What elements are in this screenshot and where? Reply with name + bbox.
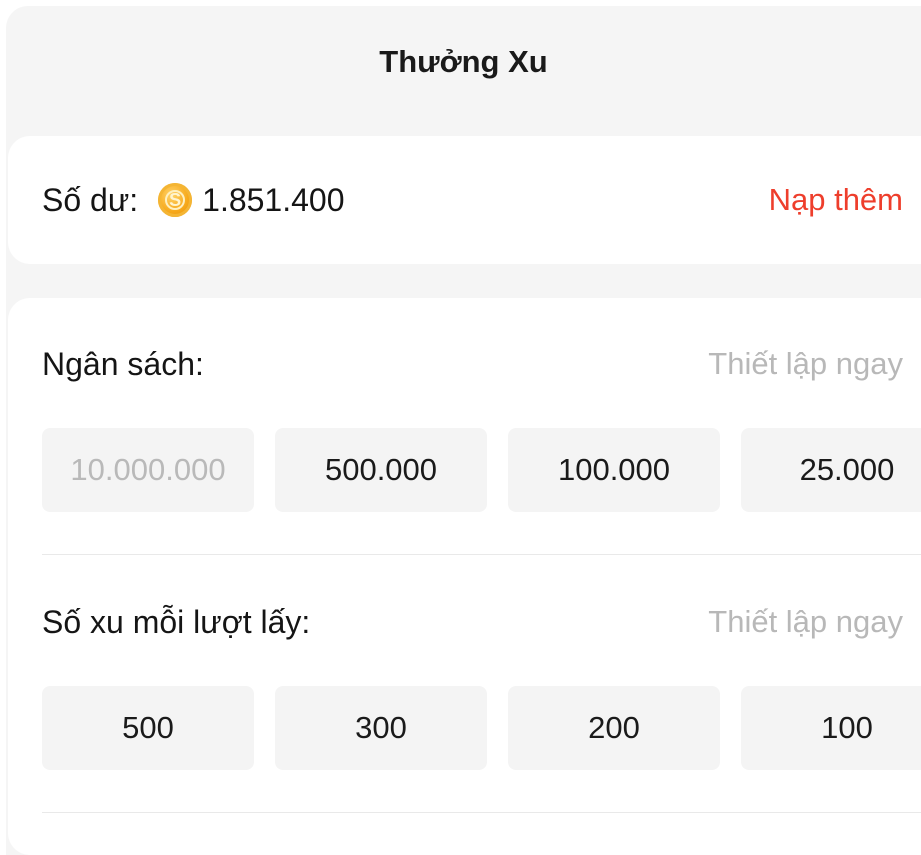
coin-symbol: S xyxy=(165,190,186,210)
coin-reward-panel: Thưởng Xu Số dư: S 1.851.400 Nạp thêm Ng… xyxy=(6,6,921,855)
budget-options: 10.000.000 500.000 100.000 25.000 xyxy=(42,428,921,512)
balance-amount: 1.851.400 xyxy=(202,181,345,218)
top-up-link[interactable]: Nạp thêm xyxy=(769,182,903,218)
budget-title: Ngân sách: xyxy=(42,345,204,382)
divider xyxy=(42,812,921,813)
per-claim-option[interactable]: 300 xyxy=(275,686,487,770)
settings-card: Ngân sách: Thiết lập ngay 10.000.000 500… xyxy=(8,298,921,855)
per-claim-title: Số xu mỗi lượt lấy: xyxy=(42,603,311,640)
divider xyxy=(42,554,921,555)
per-claim-option[interactable]: 100 xyxy=(741,686,921,770)
page-title: Thưởng Xu xyxy=(379,44,548,79)
balance-row: Số dư: S 1.851.400 Nạp thêm xyxy=(42,136,903,264)
balance-card: Số dư: S 1.851.400 Nạp thêm xyxy=(8,136,921,264)
per-claim-option[interactable]: 200 xyxy=(508,686,720,770)
budget-header: Ngân sách: Thiết lập ngay xyxy=(42,336,903,392)
per-claim-header: Số xu mỗi lượt lấy: Thiết lập ngay xyxy=(42,594,903,650)
coin-icon: S xyxy=(158,183,193,217)
budget-option[interactable]: 10.000.000 xyxy=(42,428,254,512)
budget-option[interactable]: 25.000 xyxy=(741,428,921,512)
per-claim-setup-link[interactable]: Thiết lập ngay xyxy=(708,604,903,640)
budget-setup-link[interactable]: Thiết lập ngay xyxy=(708,346,903,382)
per-claim-option[interactable]: 500 xyxy=(42,686,254,770)
balance-info: Số dư: S 1.851.400 xyxy=(42,182,345,219)
balance-label: Số dư: xyxy=(42,181,139,218)
per-claim-options: 500 300 200 100 xyxy=(42,686,921,770)
budget-option[interactable]: 100.000 xyxy=(508,428,720,512)
budget-option[interactable]: 500.000 xyxy=(275,428,487,512)
